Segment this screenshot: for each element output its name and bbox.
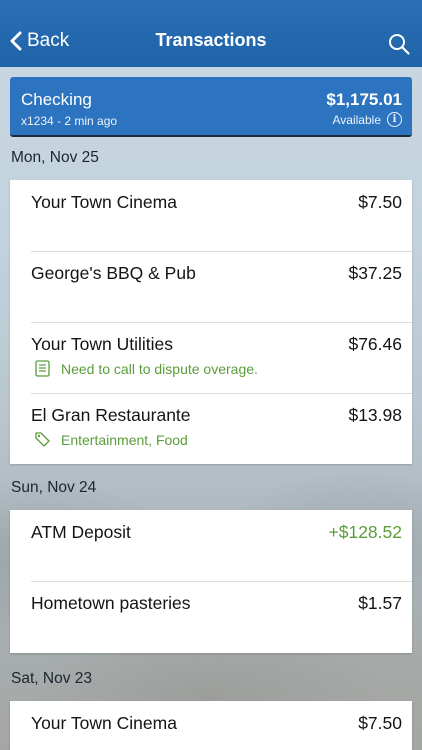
- transaction-row[interactable]: Your Town Cinema $7.50: [10, 701, 412, 750]
- transaction-row[interactable]: El Gran Restaurante $13.98 Entertainment…: [10, 393, 412, 464]
- account-name: Checking: [21, 90, 92, 109]
- merchant-name: Your Town Utilities: [31, 334, 174, 354]
- date-header: Mon, Nov 25: [11, 149, 99, 166]
- tags-text: Entertainment, Food: [61, 431, 188, 448]
- transaction-amount: $7.50: [358, 192, 402, 212]
- search-icon[interactable]: [388, 33, 410, 55]
- tag-icon: [35, 432, 50, 447]
- merchant-name: Hometown pasteries: [31, 593, 191, 613]
- transaction-row[interactable]: Your Town Utilities $76.46 Need to call …: [10, 322, 412, 393]
- transaction-amount: $37.25: [348, 263, 402, 283]
- merchant-name: ATM Deposit: [31, 522, 131, 542]
- transaction-row[interactable]: George's BBQ & Pub $37.25: [10, 251, 412, 322]
- merchant-name: George's BBQ & Pub: [31, 263, 196, 283]
- balance-label-row: Available i: [333, 112, 402, 127]
- transaction-row[interactable]: Hometown pasteries $1.57: [10, 581, 412, 653]
- account-card[interactable]: Checking x1234 - 2 min ago $1,175.01 Ava…: [10, 77, 412, 137]
- transaction-group: ATM Deposit +$128.52 Hometown pasteries …: [10, 510, 412, 653]
- transaction-group: Your Town Cinema $7.50 George's BBQ & Pu…: [10, 180, 412, 464]
- nav-header: Back Transactions: [0, 0, 422, 67]
- info-icon[interactable]: i: [387, 112, 402, 127]
- merchant-name: El Gran Restaurante: [31, 405, 191, 425]
- date-header: Sat, Nov 23: [11, 670, 92, 687]
- transaction-amount: $1.57: [358, 593, 402, 613]
- transaction-tags: Entertainment, Food: [34, 431, 188, 448]
- note-text: Need to call to dispute overage.: [61, 360, 258, 377]
- account-subtitle: x1234 - 2 min ago: [21, 114, 118, 128]
- transaction-amount: $76.46: [348, 334, 402, 354]
- note-icon: [35, 360, 50, 377]
- transaction-note: Need to call to dispute overage.: [34, 360, 258, 377]
- date-header: Sun, Nov 24: [11, 479, 97, 496]
- merchant-name: Your Town Cinema: [31, 192, 177, 212]
- transaction-row[interactable]: ATM Deposit +$128.52: [10, 510, 412, 581]
- transaction-amount: $7.50: [358, 713, 402, 733]
- transaction-amount: $13.98: [348, 405, 402, 425]
- account-balance: $1,175.01: [326, 90, 402, 109]
- balance-label: Available: [332, 112, 381, 127]
- transaction-group: Your Town Cinema $7.50: [10, 701, 412, 750]
- transaction-amount: +$128.52: [328, 522, 402, 542]
- transaction-row[interactable]: Your Town Cinema $7.50: [10, 180, 412, 251]
- page-title: Transactions: [155, 30, 267, 50]
- merchant-name: Your Town Cinema: [31, 713, 177, 733]
